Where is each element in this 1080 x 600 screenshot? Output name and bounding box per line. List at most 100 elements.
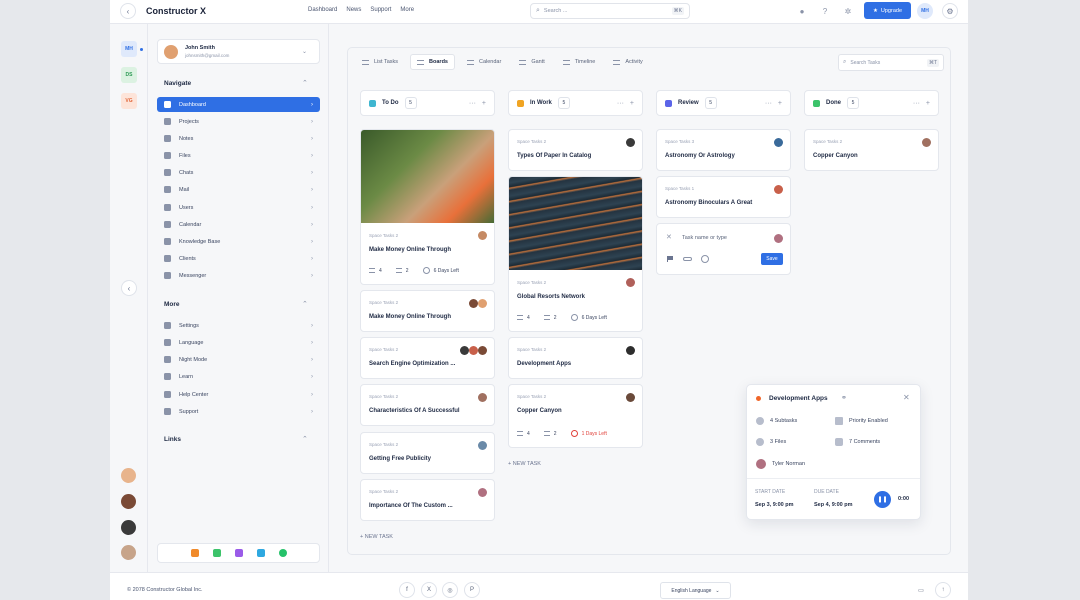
task-card[interactable]: Space Tasks 2 Types Of Paper In Catalog bbox=[508, 129, 643, 171]
add-icon[interactable]: + bbox=[778, 100, 782, 107]
add-icon[interactable]: + bbox=[926, 100, 930, 107]
x-icon[interactable]: X bbox=[421, 582, 437, 598]
chat-bubble-icon[interactable]: ▭ bbox=[913, 582, 929, 598]
assignee-avatar[interactable] bbox=[478, 346, 487, 355]
tab-calendar[interactable]: Calendar bbox=[461, 54, 507, 70]
tab-boards[interactable]: Boards bbox=[410, 54, 455, 70]
tab-gantt[interactable]: Gantt bbox=[513, 54, 550, 70]
chat-icon[interactable] bbox=[234, 549, 243, 557]
task-card[interactable]: Space Tasks 2 Search Engine Optimization… bbox=[360, 337, 495, 379]
clock-icon[interactable] bbox=[701, 255, 709, 263]
nav-news[interactable]: News bbox=[346, 7, 361, 13]
upgrade-button[interactable]: ★ Upgrade bbox=[864, 2, 911, 19]
more-icon[interactable]: ··· bbox=[765, 100, 772, 107]
assignee-avatar[interactable] bbox=[922, 138, 931, 147]
more-icon[interactable]: ··· bbox=[913, 100, 920, 107]
assignee-avatar[interactable] bbox=[774, 138, 783, 147]
assignee-avatar[interactable] bbox=[478, 488, 487, 497]
profile-switcher[interactable]: John Smith johnsmith@gmail.com ⌄ bbox=[157, 39, 320, 64]
assignee-avatar[interactable] bbox=[478, 441, 487, 450]
menu-night-mode[interactable]: Night Mode › bbox=[157, 352, 320, 367]
task-card[interactable]: Space Tasks 3 Astronomy Or Astrology bbox=[656, 129, 791, 171]
arrow-up-icon[interactable]: ↑ bbox=[935, 582, 951, 598]
menu-knowledge-base[interactable]: Knowledge Base › bbox=[157, 234, 320, 249]
global-search[interactable]: ⌕ Search ... ⌘K bbox=[530, 3, 690, 19]
assignee-avatar[interactable] bbox=[460, 346, 469, 355]
tab-list-tasks[interactable]: List Tasks bbox=[356, 54, 404, 70]
more-icon[interactable]: ··· bbox=[469, 100, 476, 107]
assignee-avatar[interactable] bbox=[626, 393, 635, 402]
workspace-mh[interactable]: MH bbox=[121, 41, 137, 57]
tab-timeline[interactable]: Timeline bbox=[557, 54, 602, 70]
workspace-vg[interactable]: VG bbox=[121, 93, 137, 109]
user-avatar[interactable]: MH bbox=[917, 3, 933, 19]
mail-icon[interactable] bbox=[212, 549, 221, 557]
pinterest-icon[interactable]: P bbox=[464, 582, 480, 598]
tab-activity[interactable]: Activity bbox=[607, 54, 648, 70]
task-card[interactable]: Space Tasks 2 Characteristics Of A Succe… bbox=[360, 384, 495, 426]
assignee-avatar[interactable] bbox=[469, 346, 478, 355]
avatar[interactable] bbox=[121, 468, 136, 483]
task-card[interactable]: Space Tasks 2 Make Money Online Through bbox=[360, 290, 495, 332]
menu-notes[interactable]: Notes › bbox=[157, 131, 320, 146]
close-icon[interactable]: ✕ bbox=[666, 233, 672, 241]
task-search[interactable]: ⌕ Search Tasks ⌘T bbox=[838, 54, 944, 71]
menu-chats[interactable]: Chats › bbox=[157, 165, 320, 180]
assignee-avatar[interactable] bbox=[774, 234, 783, 243]
assignee-avatar[interactable] bbox=[626, 278, 635, 287]
avatar[interactable] bbox=[121, 494, 136, 509]
assignee-avatar[interactable] bbox=[626, 138, 635, 147]
bell-icon[interactable]: ● bbox=[796, 5, 808, 17]
menu-help-center[interactable]: Help Center › bbox=[157, 387, 320, 402]
chevron-up-icon[interactable]: ⌃ bbox=[302, 79, 308, 87]
task-card[interactable]: Space Tasks 1 Astronomy Binoculars A Gre… bbox=[656, 176, 791, 218]
task-card[interactable]: Space Tasks 2 Importance Of The Custom .… bbox=[360, 479, 495, 521]
instagram-icon[interactable]: ◎ bbox=[442, 582, 458, 598]
nav-support[interactable]: Support bbox=[370, 7, 391, 13]
menu-settings[interactable]: Settings › bbox=[157, 318, 320, 333]
menu-dashboard[interactable]: Dashboard › bbox=[157, 97, 320, 112]
chevron-up-icon[interactable]: ⌃ bbox=[302, 300, 308, 308]
task-card[interactable]: Space Tasks 2 Development Apps bbox=[508, 337, 643, 379]
task-name-input[interactable]: Task name or type bbox=[682, 235, 727, 241]
menu-files[interactable]: Files › bbox=[157, 148, 320, 163]
menu-mail[interactable]: Mail › bbox=[157, 182, 320, 197]
link-icon[interactable] bbox=[683, 257, 692, 261]
task-card[interactable]: Space Tasks 2 Copper Canyon bbox=[804, 129, 939, 171]
facebook-icon[interactable]: f bbox=[399, 582, 415, 598]
collapse-icon[interactable]: ‹ bbox=[121, 280, 137, 296]
menu-messenger[interactable]: Messenger › bbox=[157, 268, 320, 283]
pause-button[interactable]: ❚❚ bbox=[874, 491, 891, 508]
more-icon[interactable]: ··· bbox=[617, 100, 624, 107]
task-card[interactable]: Space Tasks 2 Global Resorts Network 4 2… bbox=[508, 176, 643, 332]
add-icon[interactable]: + bbox=[482, 100, 486, 107]
task-card[interactable]: Space Tasks 2 Getting Free Publicity bbox=[360, 432, 495, 474]
avatar[interactable] bbox=[121, 545, 136, 560]
chevron-up-icon[interactable]: ⌃ bbox=[302, 435, 308, 443]
menu-clients[interactable]: Clients › bbox=[157, 251, 320, 266]
avatar[interactable] bbox=[121, 520, 136, 535]
task-card[interactable]: Space Tasks 2 Copper Canyon 4 2 1 Days L… bbox=[508, 384, 643, 448]
assignee-avatar[interactable] bbox=[774, 185, 783, 194]
link-icon[interactable]: ⚭ bbox=[841, 394, 847, 402]
close-icon[interactable]: ✕ bbox=[903, 393, 910, 402]
assignee-avatar[interactable] bbox=[478, 393, 487, 402]
menu-projects[interactable]: Projects › bbox=[157, 114, 320, 129]
telegram-icon[interactable] bbox=[256, 549, 265, 557]
menu-users[interactable]: Users › bbox=[157, 200, 320, 215]
menu-learn[interactable]: Learn › bbox=[157, 369, 320, 384]
save-button[interactable]: Save bbox=[761, 253, 783, 265]
task-card[interactable]: Space Tasks 2 Make Money Online Through … bbox=[360, 129, 495, 285]
assignee-avatar[interactable] bbox=[469, 299, 478, 308]
assignee-avatar[interactable] bbox=[626, 346, 635, 355]
menu-language[interactable]: Language › bbox=[157, 335, 320, 350]
new-task-button[interactable]: + NEW TASK bbox=[508, 461, 541, 467]
settings-circle-icon[interactable]: ⚙ bbox=[942, 3, 958, 19]
nav-more[interactable]: More bbox=[400, 7, 414, 13]
menu-calendar[interactable]: Calendar › bbox=[157, 217, 320, 232]
assignee-avatar[interactable] bbox=[478, 299, 487, 308]
nav-dashboard[interactable]: Dashboard bbox=[308, 7, 337, 13]
language-select[interactable]: English Language ⌄ bbox=[660, 582, 731, 599]
help-icon[interactable]: ? bbox=[819, 5, 831, 17]
gear-icon[interactable]: ✲ bbox=[842, 5, 854, 17]
